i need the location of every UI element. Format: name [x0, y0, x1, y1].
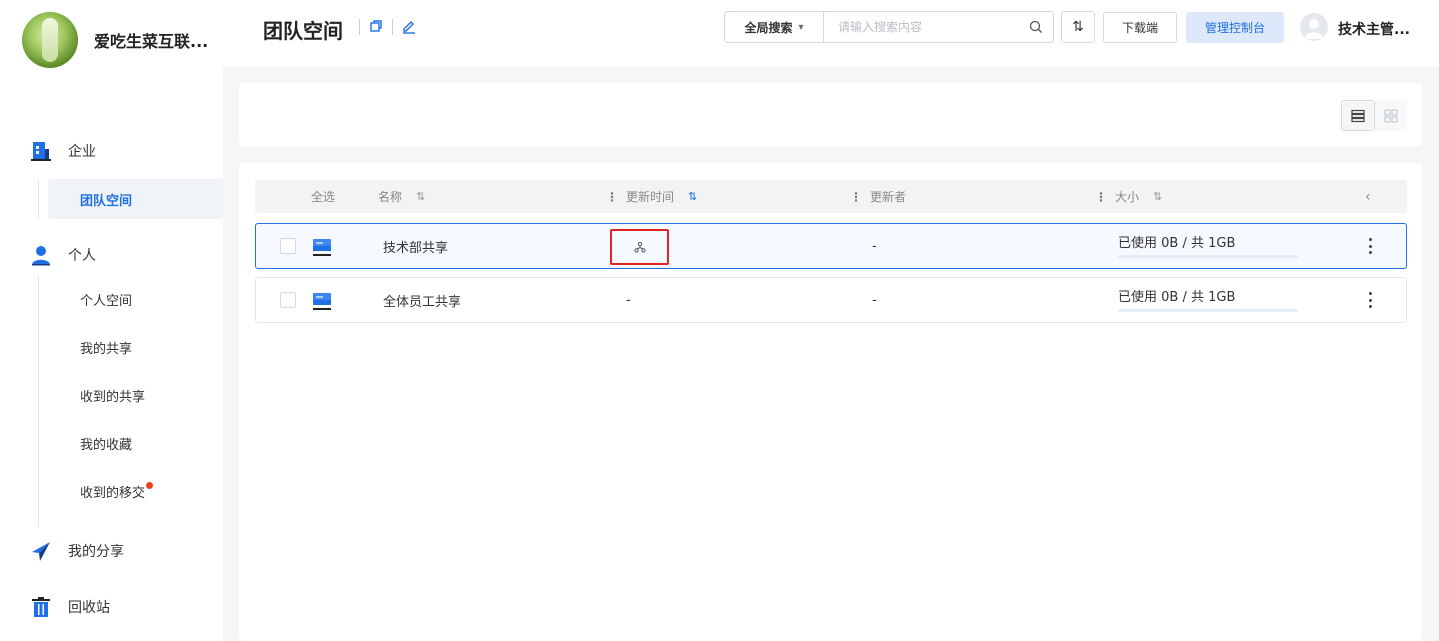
- select-all[interactable]: 全选: [311, 180, 335, 213]
- storage-usage-text: 已使用 0B / 共 1GB: [1118, 236, 1236, 251]
- column-drag-handle-icon[interactable]: ⋮: [606, 190, 618, 204]
- edit-icon[interactable]: [401, 18, 417, 34]
- sidebar-item-personal-space[interactable]: 个人空间: [39, 275, 223, 323]
- sidebar-item-my-shares[interactable]: 我的共享: [39, 323, 223, 371]
- paper-plane-icon: [30, 540, 52, 562]
- storage-usage-text: 已使用 0B / 共 1GB: [1118, 290, 1236, 305]
- nav-enterprise-sub: 团队空间: [38, 179, 223, 219]
- search-input[interactable]: [824, 12, 1019, 42]
- nav-group-personal: 个人 个人空间 我的共享 收到的共享 我的收藏 收到的移交: [0, 239, 223, 527]
- column-updated-label: 更新时间: [626, 190, 675, 204]
- column-name[interactable]: 名称 ⇅: [378, 180, 425, 213]
- row-name[interactable]: 全体员工共享: [383, 278, 461, 322]
- row-updater: -: [872, 238, 877, 254]
- column-name-label: 名称: [378, 190, 403, 204]
- page-title: 团队空间: [263, 19, 343, 43]
- sort-active-icon[interactable]: ⇅: [688, 190, 697, 203]
- nav-personal-label: 个人: [68, 248, 96, 264]
- storage-usage-bar: [1118, 309, 1298, 312]
- row-updated: -: [626, 292, 631, 308]
- toolbar-card: [239, 83, 1422, 146]
- search-scope-label: 全局搜索: [744, 20, 793, 35]
- list-view-icon: [1351, 109, 1365, 122]
- nav-personal-sub: 个人空间 我的共享 收到的共享 我的收藏 收到的移交: [38, 275, 223, 527]
- nav-recycle-bin[interactable]: 回收站: [0, 591, 223, 623]
- grid-view-icon: [1384, 108, 1398, 123]
- file-table-card: 全选 名称 ⇅ ⋮ 更新时间 ⇅ ⋮ 更新者 ⋮ 大小 ⇅ ‹ 技术部共享 -: [239, 163, 1422, 641]
- sort-button[interactable]: ⇅: [1061, 11, 1095, 43]
- sidebar-item-received-shares[interactable]: 收到的共享: [39, 371, 223, 419]
- brand-logo: [22, 12, 78, 68]
- building-icon: [30, 140, 52, 162]
- sidebar: 爱吃生菜互联... 企业 团队空间 个人 个人空间 我的共享 收到的共享 我的收…: [0, 0, 223, 641]
- sidebar-item-team-space[interactable]: 团队空间: [48, 179, 223, 219]
- column-drag-handle-icon[interactable]: ⋮: [1095, 190, 1107, 204]
- team-drive-icon: [313, 239, 331, 256]
- search-icon[interactable]: [1019, 12, 1053, 42]
- nav-personal[interactable]: 个人: [0, 239, 223, 271]
- nav-enterprise[interactable]: 企业: [0, 135, 223, 167]
- copy-icon[interactable]: [368, 18, 384, 34]
- nav-group-recycle: 回收站: [0, 591, 223, 623]
- row-name[interactable]: 技术部共享: [383, 224, 448, 268]
- sort-icon: ⇅: [1072, 19, 1084, 35]
- chevron-down-icon: ▾: [798, 21, 804, 33]
- nav-enterprise-label: 企业: [68, 144, 96, 160]
- brand[interactable]: 爱吃生菜互联...: [22, 12, 208, 68]
- team-drive-icon: [313, 293, 331, 310]
- sidebar-item-received-transfers-label: 收到的移交: [80, 485, 146, 501]
- list-view-button[interactable]: [1341, 100, 1375, 131]
- download-client-button[interactable]: 下载端: [1103, 12, 1177, 43]
- storage-usage-bar: [1118, 255, 1298, 258]
- avatar[interactable]: [1300, 13, 1328, 41]
- brand-name: 爱吃生菜互联...: [94, 32, 209, 51]
- sort-icon[interactable]: ⇅: [1153, 190, 1162, 203]
- search-bar: 全局搜索 ▾: [724, 11, 1054, 43]
- row-checkbox[interactable]: [280, 292, 296, 308]
- person-icon: [30, 244, 52, 266]
- column-drag-handle-icon[interactable]: ⋮: [850, 190, 862, 204]
- org-tree-icon[interactable]: [633, 241, 646, 253]
- nav-group-my-share: 我的分享: [0, 535, 223, 567]
- sidebar-item-my-favorites[interactable]: 我的收藏: [39, 419, 223, 467]
- column-size-label: 大小: [1115, 190, 1140, 204]
- admin-console-button[interactable]: 管理控制台: [1186, 12, 1284, 43]
- title-divider-2: [392, 19, 393, 35]
- grid-view-button[interactable]: [1375, 100, 1407, 131]
- title-divider: [359, 19, 360, 35]
- highlight-box: [610, 229, 669, 265]
- column-updated[interactable]: ⋮ 更新时间 ⇅: [606, 180, 697, 213]
- column-updater[interactable]: ⋮ 更新者: [850, 180, 906, 213]
- table-row[interactable]: 技术部共享 - 已使用 0B / 共 1GB: [255, 223, 1407, 269]
- user-name[interactable]: 技术主管...: [1338, 19, 1410, 39]
- column-size[interactable]: ⋮ 大小 ⇅: [1095, 180, 1162, 213]
- sort-icon[interactable]: ⇅: [416, 190, 425, 203]
- search-scope-select[interactable]: 全局搜索 ▾: [725, 12, 824, 42]
- table-header: 全选 名称 ⇅ ⋮ 更新时间 ⇅ ⋮ 更新者 ⋮ 大小 ⇅ ‹: [255, 180, 1407, 213]
- topbar: 团队空间 全局搜索 ▾ ⇅ 下载端 管理控制台 技术主管...: [223, 0, 1439, 67]
- notification-dot: [146, 481, 154, 489]
- column-updater-label: 更新者: [870, 190, 907, 204]
- row-checkbox[interactable]: [280, 238, 296, 254]
- nav-group-enterprise: 企业 团队空间: [0, 135, 223, 219]
- nav-recycle-label: 回收站: [68, 600, 110, 616]
- row-updater: -: [872, 292, 877, 308]
- nav-my-share-label: 我的分享: [68, 544, 124, 560]
- storage-usage: 已使用 0B / 共 1GB: [1118, 286, 1298, 312]
- more-actions-icon[interactable]: [1364, 290, 1376, 310]
- trash-icon: [30, 596, 52, 618]
- table-row[interactable]: 全体员工共享 - - 已使用 0B / 共 1GB: [255, 277, 1407, 323]
- more-actions-icon[interactable]: [1364, 236, 1376, 256]
- storage-usage: 已使用 0B / 共 1GB: [1118, 232, 1298, 258]
- nav-my-share[interactable]: 我的分享: [0, 535, 223, 567]
- collapse-chevron-icon[interactable]: ‹: [1365, 180, 1371, 213]
- sidebar-item-received-transfers[interactable]: 收到的移交: [39, 467, 223, 515]
